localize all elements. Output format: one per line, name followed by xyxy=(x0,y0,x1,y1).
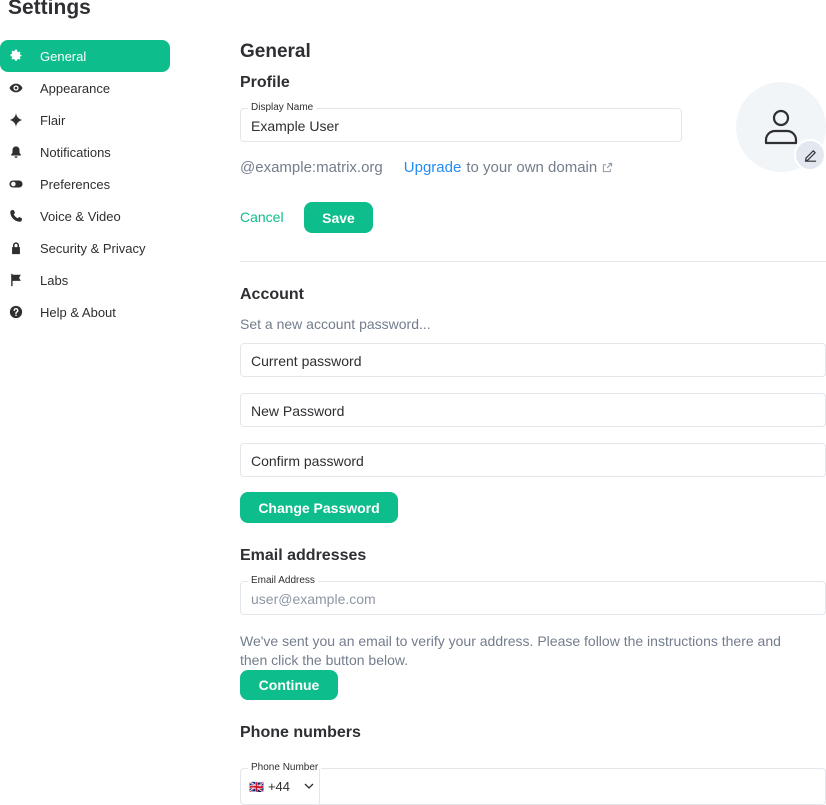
sparkle-icon xyxy=(8,112,24,128)
sidebar-item-general[interactable]: General xyxy=(0,40,170,72)
sidebar-item-label: General xyxy=(40,48,87,64)
section-divider xyxy=(240,261,826,262)
user-id: @example:matrix.org xyxy=(240,159,383,176)
eye-icon xyxy=(8,80,24,96)
sidebar-item-voice-video[interactable]: Voice & Video xyxy=(0,200,170,232)
toggle-icon xyxy=(8,176,24,192)
upgrade-suffix: to your own domain xyxy=(466,159,598,176)
continue-button[interactable]: Continue xyxy=(240,670,338,700)
uk-flag-icon: 🇬🇧 xyxy=(249,779,264,794)
display-name-field[interactable]: Display Name Example User xyxy=(240,102,682,142)
sidebar-item-help-about[interactable]: Help & About xyxy=(0,296,170,328)
pencil-icon xyxy=(803,148,818,163)
display-name-label: Display Name xyxy=(248,102,317,114)
help-icon xyxy=(8,304,24,320)
change-password-button[interactable]: Change Password xyxy=(240,492,398,523)
gear-icon xyxy=(8,48,24,64)
sidebar-item-label: Preferences xyxy=(40,176,111,192)
phone-icon xyxy=(8,208,24,224)
sidebar-item-label: Labs xyxy=(40,272,69,288)
country-code-select[interactable]: 🇬🇧 +44 xyxy=(241,769,320,804)
phone-number-input[interactable] xyxy=(321,769,825,804)
edit-avatar-button[interactable] xyxy=(794,139,826,171)
sidebar-item-appearance[interactable]: Appearance xyxy=(0,72,170,104)
sidebar-item-notifications[interactable]: Notifications xyxy=(0,136,170,168)
avatar[interactable] xyxy=(736,82,826,172)
sidebar-item-label: Help & About xyxy=(40,304,116,320)
phone-number-field: Phone Number 🇬🇧 +44 xyxy=(240,762,826,805)
email-heading: Email addresses xyxy=(240,547,367,564)
external-link-icon xyxy=(602,162,613,173)
chevron-down-icon xyxy=(304,783,314,789)
page-title: Settings xyxy=(8,0,91,19)
email-field-label: Email Address xyxy=(248,575,318,587)
cancel-button[interactable]: Cancel xyxy=(240,209,284,225)
sidebar-item-preferences[interactable]: Preferences xyxy=(0,168,170,200)
email-verify-notice: We've sent you an email to verify your a… xyxy=(240,633,781,668)
account-heading: Account xyxy=(240,286,304,303)
save-button[interactable]: Save xyxy=(304,202,373,233)
confirm-password-input[interactable]: Confirm password xyxy=(240,443,826,477)
new-password-input[interactable]: New Password xyxy=(240,393,826,427)
bell-icon xyxy=(8,144,24,160)
sidebar-item-labs[interactable]: Labs xyxy=(0,264,170,296)
email-placeholder: user@example.com xyxy=(251,591,376,607)
flag-icon xyxy=(8,272,24,288)
current-password-placeholder: Current password xyxy=(251,353,362,369)
country-code-value: +44 xyxy=(267,779,291,794)
sidebar-item-label: Flair xyxy=(40,112,66,128)
section-title: General xyxy=(240,41,311,62)
email-input[interactable]: Email Address user@example.com xyxy=(240,575,826,615)
phone-heading: Phone numbers xyxy=(240,724,361,741)
display-name-value: Example User xyxy=(251,118,339,134)
upgrade-link[interactable]: Upgrade xyxy=(404,159,462,176)
current-password-input[interactable]: Current password xyxy=(240,343,826,377)
sidebar-item-security-privacy[interactable]: Security & Privacy xyxy=(0,232,170,264)
new-password-placeholder: New Password xyxy=(251,403,345,419)
user-id-row: @example:matrix.org Upgrade to your own … xyxy=(240,159,613,176)
sidebar-item-flair[interactable]: Flair xyxy=(0,104,170,136)
account-subtitle: Set a new account password... xyxy=(240,316,431,332)
settings-sidebar: General Appearance Flair Notifications P… xyxy=(0,40,170,328)
sidebar-item-label: Voice & Video xyxy=(40,208,121,224)
profile-heading: Profile xyxy=(240,74,290,91)
confirm-password-placeholder: Confirm password xyxy=(251,453,364,469)
user-icon xyxy=(763,107,799,145)
sidebar-item-label: Notifications xyxy=(40,144,111,160)
sidebar-item-label: Appearance xyxy=(40,80,111,96)
lock-icon xyxy=(8,240,24,256)
sidebar-item-label: Security & Privacy xyxy=(40,240,146,256)
